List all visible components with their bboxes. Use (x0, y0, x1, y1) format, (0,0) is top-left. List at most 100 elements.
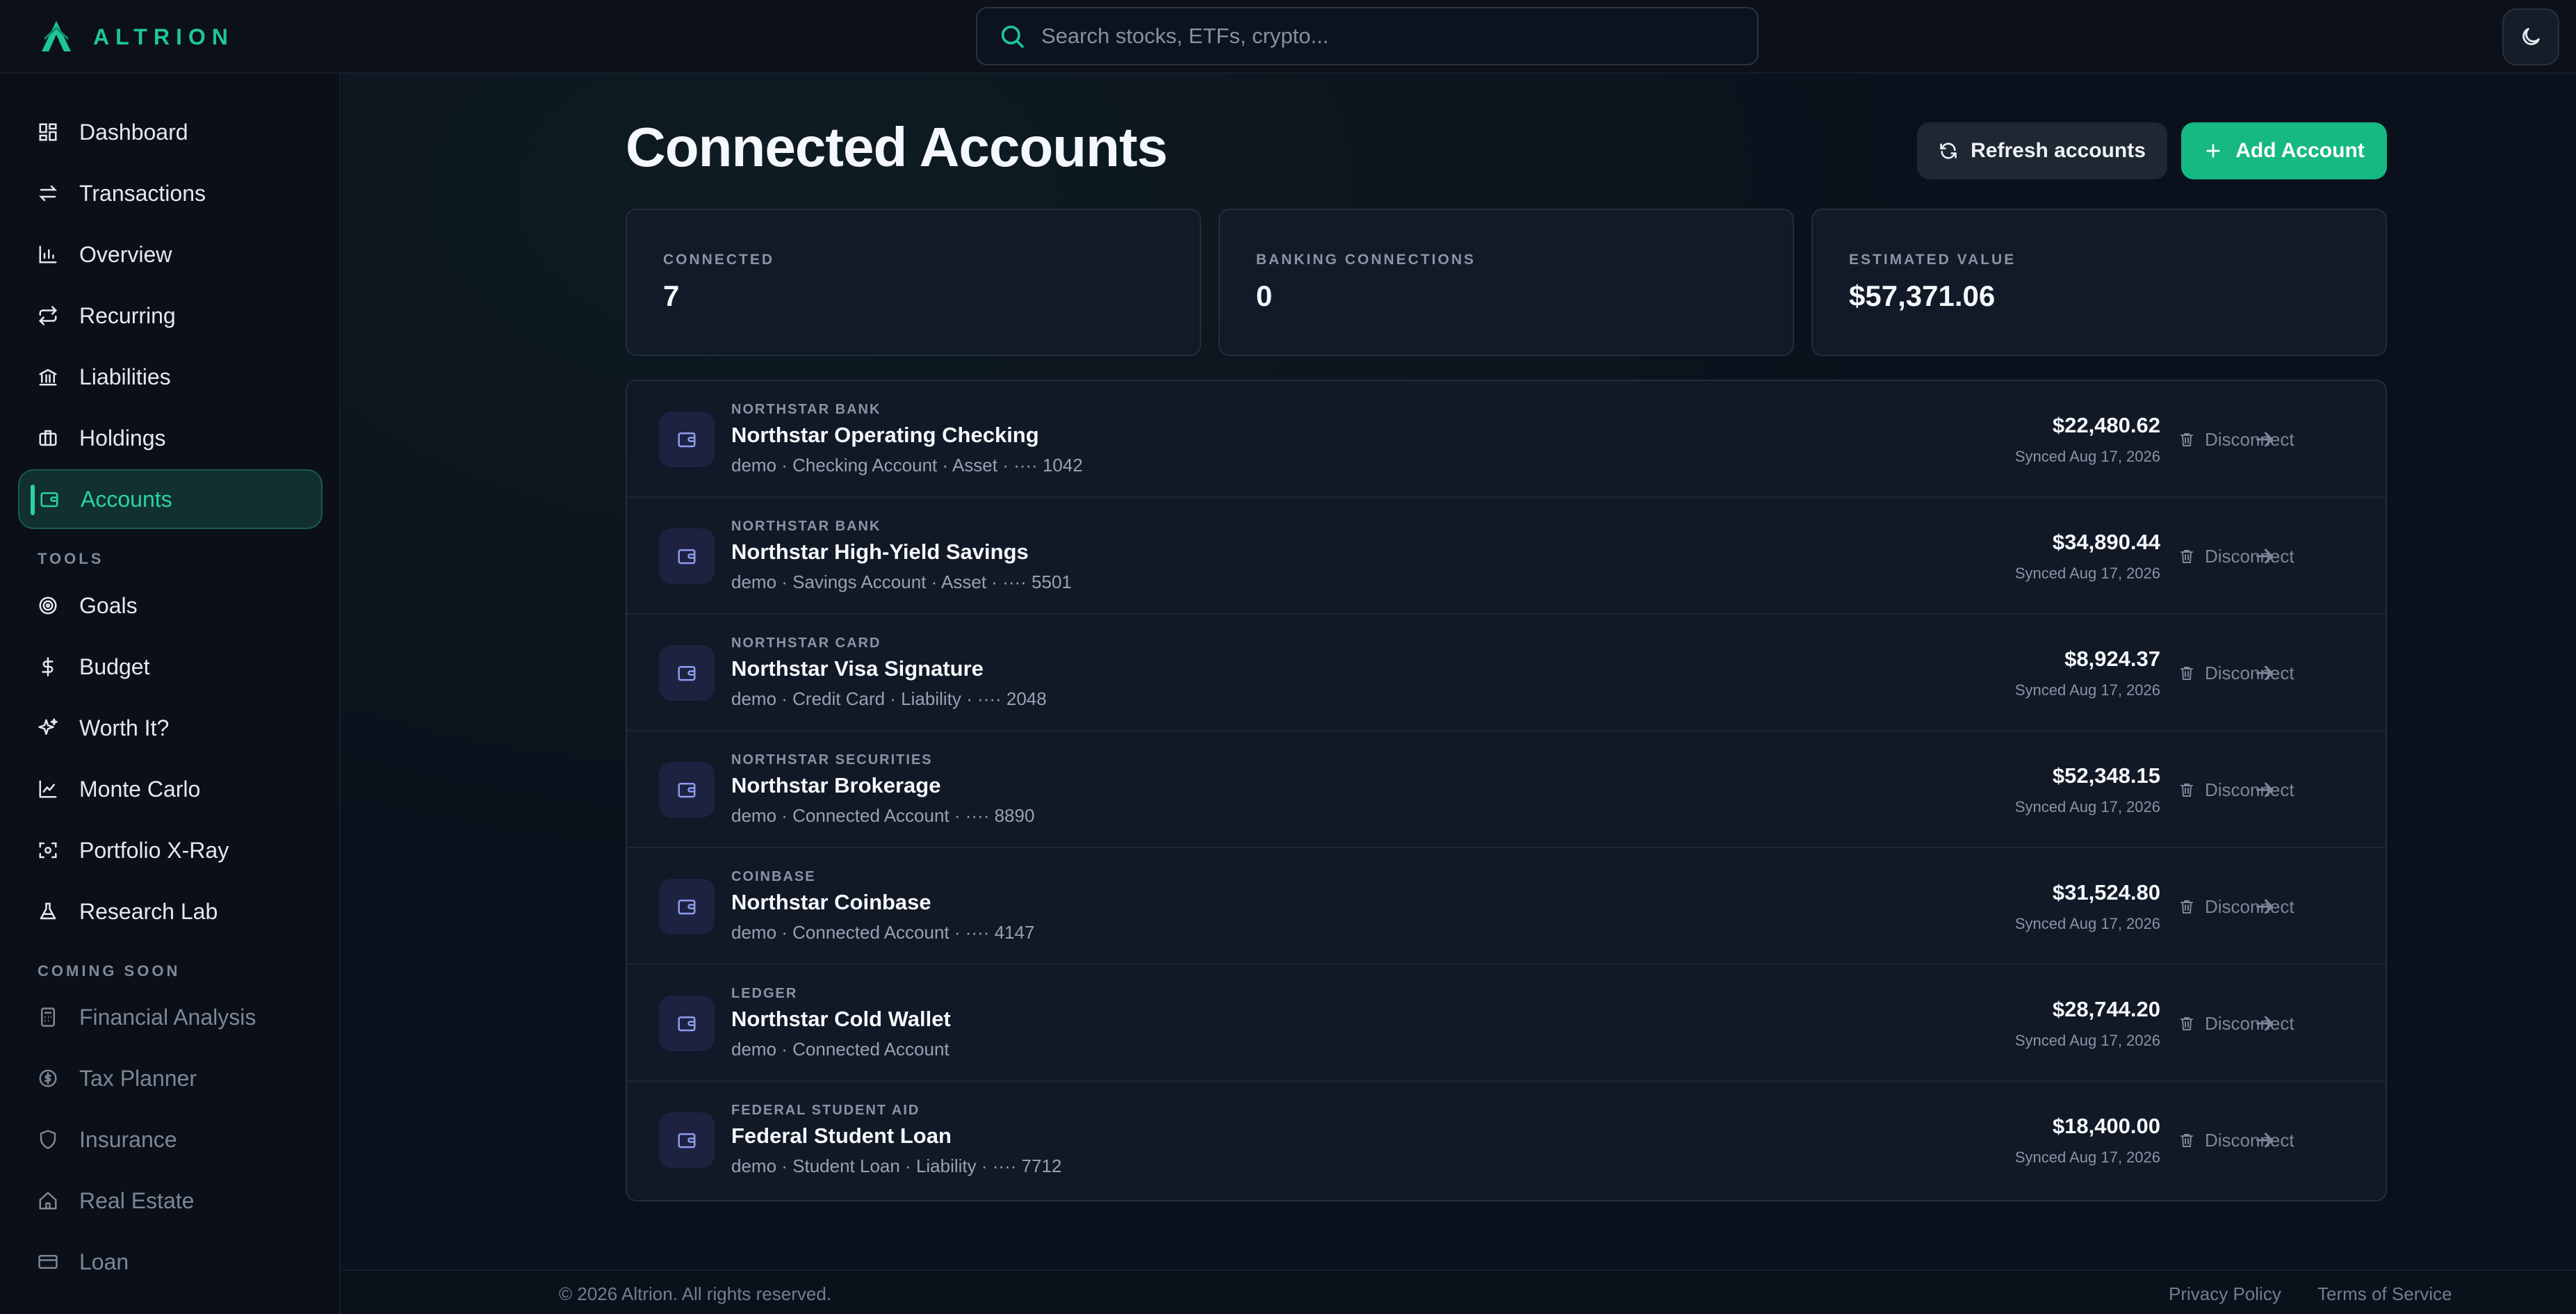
search-bar[interactable] (976, 7, 1759, 65)
sidebar-item-transactions[interactable]: Transactions (18, 163, 323, 223)
sidebar-item-overview[interactable]: Overview (18, 225, 323, 284)
disconnect-label: Disconnect (2205, 545, 2294, 567)
account-row[interactable]: NORTHSTAR CARD Northstar Visa Signature … (627, 615, 2386, 731)
sidebar-item-label: Dashboard (79, 119, 188, 145)
target-icon (39, 597, 57, 615)
dollar-icon (42, 657, 54, 676)
institution-name: NORTHSTAR BANK (731, 519, 881, 534)
account-row[interactable]: LEDGER Northstar Cold Wallet demo · Conn… (627, 965, 2386, 1082)
sidebar-item-accounts[interactable]: Accounts (18, 469, 323, 529)
dashboard-icon (39, 123, 57, 141)
sidebar-item-insurance[interactable]: Insurance (18, 1110, 323, 1169)
sidebar-item-label: Financial Analysis (79, 1004, 256, 1030)
app-logo[interactable]: ALTRION (38, 18, 234, 56)
sidebar-item-financial-analysis[interactable]: Financial Analysis (18, 987, 323, 1047)
wallet-icon (678, 432, 696, 448)
top-bar: ALTRION (0, 0, 2576, 74)
account-balance: $28,744.20 (2052, 997, 2160, 1021)
sidebar-item-recurring[interactable]: Recurring (18, 286, 323, 346)
terms-of-service-link[interactable]: Terms of Service (2317, 1283, 2452, 1305)
sidebar-item-worth-it[interactable]: Worth It? (18, 698, 323, 758)
account-row[interactable]: NORTHSTAR SECURITIES Northstar Brokerage… (627, 731, 2386, 848)
theme-toggle-button[interactable] (2502, 8, 2559, 65)
sidebar-item-label: Goals (79, 592, 138, 618)
bank-icon (39, 368, 57, 386)
sidebar-item-label: Research Lab (79, 898, 218, 924)
account-row[interactable]: FEDERAL STUDENT AID Federal Student Loan… (627, 1082, 2386, 1199)
disconnect-label: Disconnect (2205, 895, 2294, 917)
account-avatar (659, 996, 715, 1051)
sidebar-item-label: Real Estate (79, 1187, 195, 1213)
account-balance: $52,348.15 (2052, 763, 2160, 788)
sidebar-item-label: Transactions (79, 180, 206, 206)
arrow-right-icon[interactable] (2252, 1011, 2277, 1036)
account-name: Northstar High-Yield Savings (731, 540, 1029, 564)
account-name: Northstar Brokerage (731, 773, 941, 797)
accounts-list: NORTHSTAR BANK Northstar Operating Check… (626, 380, 2387, 1201)
line-chart-icon (39, 780, 57, 798)
sidebar-item-budget[interactable]: Budget (18, 637, 323, 697)
sync-status: Synced Aug 17, 2026 (2014, 1149, 2160, 1166)
sparkles-icon (38, 718, 58, 735)
sidebar-item-real-estate[interactable]: Real Estate (18, 1171, 323, 1231)
sidebar: Dashboard Transactions Overview Recurrin… (0, 74, 341, 1314)
sidebar-item-monte-carlo[interactable]: Monte Carlo (18, 759, 323, 819)
arrow-right-icon[interactable] (2252, 894, 2277, 919)
account-meta: demo · Connected Account · ···· 4147 (731, 922, 1035, 943)
account-name: Northstar Cold Wallet (731, 1007, 951, 1031)
sidebar-item-research-lab[interactable]: Research Lab (18, 882, 323, 941)
sidebar-item-label: Accounts (81, 486, 172, 512)
trash-icon (2180, 784, 2193, 797)
add-account-button[interactable]: Add Account (2181, 122, 2387, 179)
wallet-icon (40, 492, 58, 508)
plus-icon (2206, 144, 2220, 158)
account-meta: demo · Credit Card · Liability · ···· 20… (731, 688, 1047, 709)
coming-soon-section-label: COMING SOON (38, 962, 181, 980)
bar-chart-icon (39, 245, 57, 263)
institution-name: NORTHSTAR CARD (731, 635, 881, 651)
account-name: Northstar Coinbase (731, 890, 931, 914)
sidebar-item-liabilities[interactable]: Liabilities (18, 347, 323, 407)
house-icon (39, 1192, 57, 1210)
arrow-right-icon[interactable] (2252, 777, 2277, 802)
sidebar-item-label: Loan (79, 1249, 129, 1274)
sync-status: Synced Aug 17, 2026 (2014, 448, 2160, 465)
account-meta: demo · Checking Account · Asset · ···· 1… (731, 455, 1083, 476)
sync-status: Synced Aug 17, 2026 (2014, 915, 2160, 932)
search-input[interactable] (1041, 15, 1757, 57)
account-name: Northstar Visa Signature (731, 656, 984, 681)
sidebar-item-dashboard[interactable]: Dashboard (18, 102, 323, 162)
disconnect-label: Disconnect (2205, 779, 2294, 800)
arrow-right-icon[interactable] (2252, 427, 2277, 452)
stat-card-estimated-value: ESTIMATED VALUE $57,371.06 (1811, 209, 2387, 356)
account-meta: demo · Savings Account · Asset · ···· 55… (731, 571, 1072, 592)
recurring-icon (38, 306, 58, 325)
sidebar-item-loan[interactable]: Loan (18, 1232, 323, 1292)
sidebar-item-portfolio-x-ray[interactable]: Portfolio X-Ray (18, 820, 323, 880)
account-avatar (659, 528, 715, 584)
account-row[interactable]: NORTHSTAR BANK Northstar Operating Check… (627, 381, 2386, 498)
refresh-accounts-button[interactable]: Refresh accounts (1917, 122, 2167, 179)
coin-icon (39, 1069, 57, 1087)
account-meta: demo · Student Loan · Liability · ···· 7… (731, 1155, 1062, 1176)
arrow-right-icon[interactable] (2252, 660, 2277, 686)
account-row[interactable]: COINBASE Northstar Coinbase demo · Conne… (627, 848, 2386, 965)
trash-icon (2180, 900, 2193, 914)
sync-status: Synced Aug 17, 2026 (2014, 798, 2160, 816)
wallet-icon (678, 783, 696, 798)
sidebar-item-goals[interactable]: Goals (18, 576, 323, 635)
calculator-icon (41, 1007, 55, 1027)
institution-name: COINBASE (731, 869, 816, 884)
app-name: ALTRION (93, 24, 234, 49)
arrow-right-icon[interactable] (2252, 544, 2277, 569)
sidebar-item-tax-planner[interactable]: Tax Planner (18, 1048, 323, 1108)
sidebar-item-holdings[interactable]: Holdings (18, 408, 323, 468)
arrow-right-icon[interactable] (2252, 1128, 2277, 1153)
privacy-policy-link[interactable]: Privacy Policy (2169, 1283, 2281, 1305)
account-balance: $22,480.62 (2052, 413, 2160, 437)
disconnect-label: Disconnect (2205, 662, 2294, 683)
trash-icon (2180, 550, 2193, 563)
account-row[interactable]: NORTHSTAR BANK Northstar High-Yield Savi… (627, 498, 2386, 615)
account-name: Northstar Operating Checking (731, 423, 1039, 447)
account-balance: $18,400.00 (2052, 1114, 2160, 1138)
